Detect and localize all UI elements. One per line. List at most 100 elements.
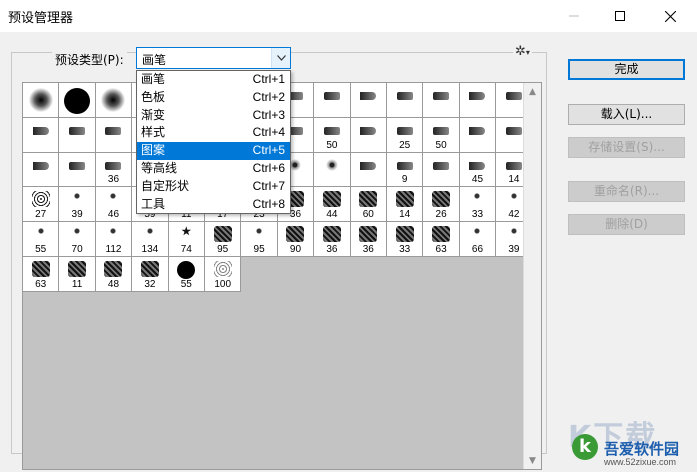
scatter-brush-icon <box>508 191 519 202</box>
brush-preset-cell[interactable]: 95 <box>241 222 278 257</box>
dropdown-option[interactable]: 色板 Ctrl+2 <box>137 89 290 107</box>
brush-preset-cell[interactable]: 90 <box>277 222 315 257</box>
dropdown-option[interactable]: 图案 Ctrl+5 <box>137 142 290 160</box>
brush-preset-cell[interactable]: 39 <box>59 187 96 223</box>
brush-preset-cell[interactable]: 33 <box>387 222 424 257</box>
dropdown-option[interactable]: 样式 Ctrl+4 <box>137 124 290 142</box>
brush-preset-cell[interactable] <box>95 83 133 118</box>
brush-preset-cell[interactable]: 32 <box>132 257 169 292</box>
marker-tip-icon <box>69 161 86 170</box>
delete-button[interactable]: 删除(D) <box>568 214 685 235</box>
brush-preset-cell[interactable] <box>387 83 424 118</box>
dropdown-option[interactable]: 工具 Ctrl+8 <box>137 196 290 214</box>
brush-preset-cell[interactable] <box>59 83 96 118</box>
scatter-brush-icon <box>286 226 305 243</box>
dropdown-option-shortcut: Ctrl+3 <box>252 107 285 122</box>
brush-preset-cell[interactable] <box>459 83 497 118</box>
brush-preset-cell[interactable]: 25 <box>387 117 424 153</box>
brush-preset-cell[interactable] <box>59 117 96 153</box>
brush-preset-cell[interactable]: 36 <box>314 222 351 257</box>
scatter-brush-icon <box>213 226 232 243</box>
brush-preset-cell[interactable]: 50 <box>423 117 460 153</box>
brush-preset-cell[interactable]: 74 <box>168 222 205 257</box>
brush-preset-cell[interactable] <box>59 152 96 188</box>
brush-preset-cell[interactable]: 63 <box>423 222 460 257</box>
brush-preset-cell[interactable]: 36 <box>350 222 387 257</box>
brush-preset-cell[interactable]: 55 <box>168 257 205 292</box>
dropdown-option[interactable]: 画笔 Ctrl+1 <box>137 71 290 89</box>
dropdown-option[interactable]: 渐变 Ctrl+3 <box>137 107 290 125</box>
vertical-scrollbar[interactable]: ▲ ▼ <box>523 83 541 469</box>
brush-preset-cell[interactable]: 33 <box>459 187 497 223</box>
scatter-brush-icon <box>395 191 414 208</box>
minimize-button[interactable] <box>551 0 597 32</box>
brush-preset-cell[interactable] <box>23 117 60 153</box>
brush-size-label: 74 <box>180 243 192 255</box>
preset-type-dropdown[interactable]: 画笔 Ctrl+1 色板 Ctrl+2 渐变 Ctrl+3 样式 Ctrl+4 图案 Ctrl+5… <box>136 70 291 215</box>
brush-preset-cell[interactable]: 36 <box>95 152 133 188</box>
rename-button[interactable]: 重命名(R)... <box>568 181 685 202</box>
dropdown-option[interactable]: 等高线 Ctrl+6 <box>137 160 290 178</box>
brush-preset-cell[interactable]: 48 <box>95 257 133 292</box>
save-settings-button[interactable]: 存储设置(S)... <box>568 137 685 158</box>
scroll-down-icon[interactable]: ▼ <box>524 452 541 469</box>
maximize-button[interactable] <box>597 0 643 32</box>
brush-size-label: 63 <box>35 278 47 290</box>
dropdown-option[interactable]: 自定形状 Ctrl+7 <box>137 178 290 196</box>
brush-size-label: 14 <box>399 209 411 221</box>
brush-preset-cell[interactable]: 95 <box>205 222 242 257</box>
brush-preset-cell[interactable] <box>314 152 351 188</box>
marker-tip-icon <box>32 161 49 170</box>
marker-tip-icon <box>505 161 522 170</box>
brush-preset-cell[interactable]: 11 <box>59 257 96 292</box>
dropdown-option-shortcut: Ctrl+6 <box>252 160 285 175</box>
brush-preset-cell[interactable] <box>23 83 60 118</box>
brush-preset-cell[interactable]: 26 <box>423 187 460 223</box>
preset-type-select[interactable]: 画笔 <box>136 47 291 69</box>
marker-tip-icon <box>396 126 413 135</box>
done-button[interactable]: 完成 <box>568 59 685 80</box>
brush-size-label: 95 <box>253 243 265 255</box>
scatter-brush-icon <box>213 261 232 277</box>
brush-preset-cell[interactable]: 63 <box>23 257 60 292</box>
brush-preset-cell[interactable]: 60 <box>350 187 387 223</box>
scroll-up-icon[interactable]: ▲ <box>524 83 541 100</box>
brush-preset-cell[interactable]: 112 <box>95 222 133 257</box>
brush-preset-cell[interactable] <box>350 83 387 118</box>
brush-preset-cell[interactable] <box>350 152 387 188</box>
dropdown-option-label: 图案 <box>141 143 166 158</box>
brush-preset-cell[interactable]: 14 <box>387 187 424 223</box>
brush-preset-cell[interactable]: 55 <box>23 222 60 257</box>
brush-preset-cell[interactable]: 46 <box>95 187 133 223</box>
marker-tip-icon <box>433 126 450 135</box>
brush-size-label: 11 <box>71 278 83 290</box>
dropdown-option-shortcut: Ctrl+5 <box>252 143 285 158</box>
brush-preset-cell[interactable] <box>459 117 497 153</box>
close-button[interactable] <box>647 0 693 32</box>
brush-preset-cell[interactable] <box>423 83 460 118</box>
brush-preset-cell[interactable]: 45 <box>459 152 497 188</box>
brush-preset-cell[interactable] <box>423 152 460 188</box>
scatter-brush-icon <box>432 191 451 208</box>
gear-menu-button[interactable]: ✲▾ <box>513 44 532 59</box>
scatter-brush-icon <box>359 226 378 243</box>
brush-size-label: 95 <box>217 243 229 255</box>
brush-preset-cell[interactable] <box>95 117 133 153</box>
brush-preset-cell[interactable]: 66 <box>459 222 497 257</box>
brush-preset-cell[interactable]: 50 <box>314 117 351 153</box>
brush-size-label: 32 <box>144 278 156 290</box>
marker-tip-icon <box>505 92 522 100</box>
brush-preset-cell[interactable]: 70 <box>59 222 96 257</box>
chevron-down-icon[interactable] <box>271 48 290 68</box>
load-button[interactable]: 载入(L)... <box>568 104 685 125</box>
marker-tip-icon <box>105 126 122 135</box>
brush-preset-cell[interactable]: 27 <box>23 187 60 223</box>
brush-preset-cell[interactable] <box>350 117 387 153</box>
brush-preset-cell[interactable]: 44 <box>314 187 351 223</box>
brush-preset-cell[interactable]: 100 <box>205 257 242 292</box>
brush-preset-cell[interactable]: 134 <box>132 222 169 257</box>
dropdown-option-label: 渐变 <box>141 107 166 122</box>
brush-preset-cell[interactable] <box>23 152 60 188</box>
brush-preset-cell[interactable] <box>314 83 351 118</box>
brush-preset-cell[interactable]: 9 <box>387 152 424 188</box>
